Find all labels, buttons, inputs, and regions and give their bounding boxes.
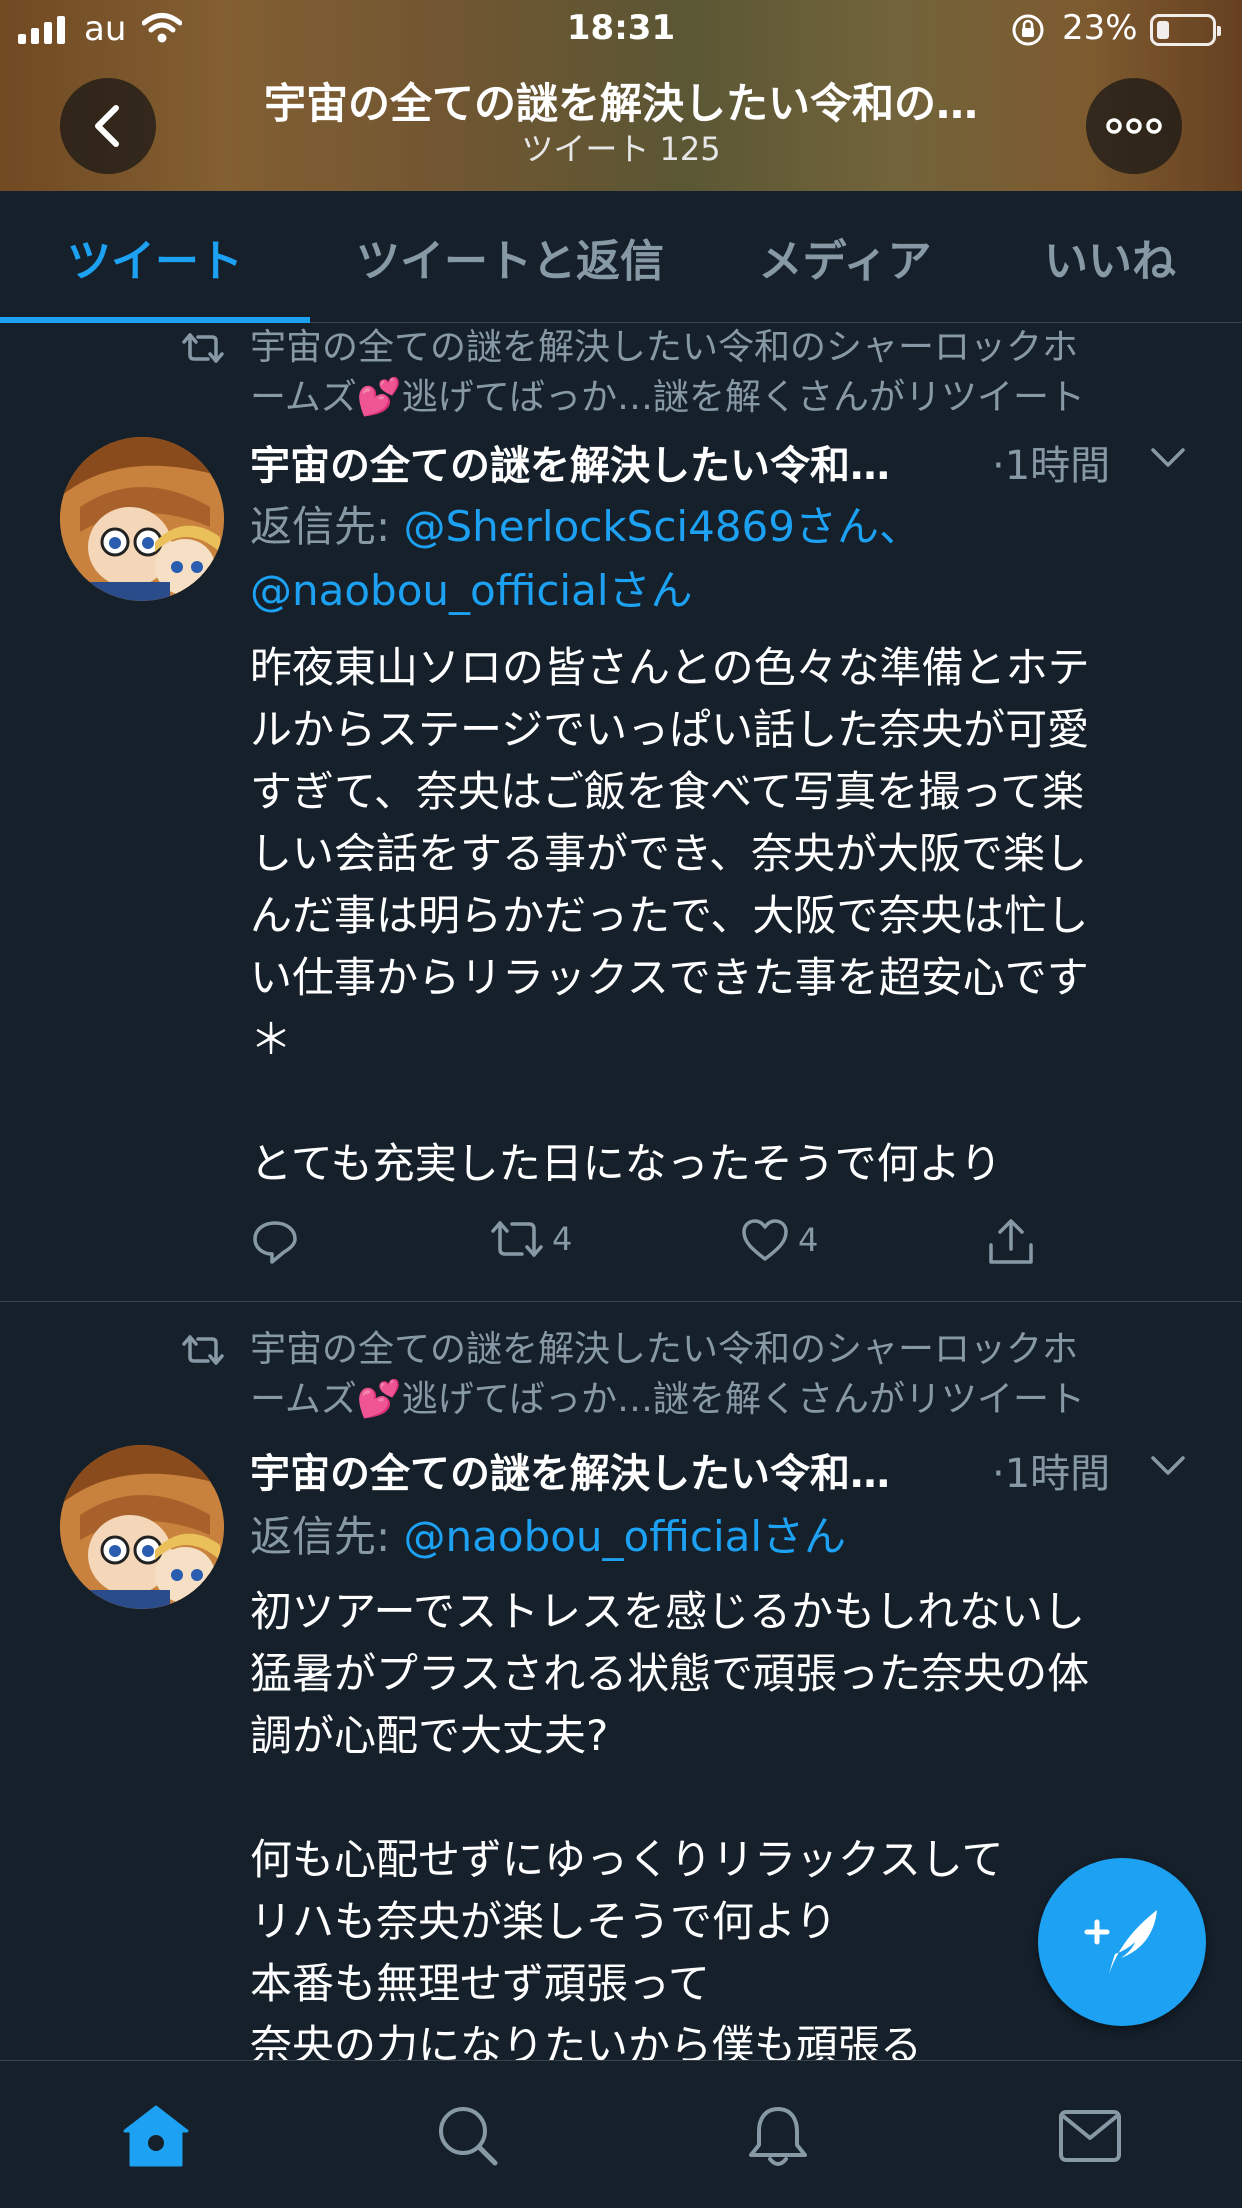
- profile-name-title: 宇宙の全ての謎を解決したい令和の…: [263, 79, 978, 128]
- share-icon: [989, 1219, 1033, 1264]
- share-button[interactable]: [986, 1217, 1036, 1267]
- more-button[interactable]: [1086, 78, 1182, 174]
- tweet-count: ツイート 125: [521, 130, 721, 168]
- compose-tweet-icon: [1084, 1910, 1157, 1974]
- bottom-tab-bar: [0, 2060, 1242, 2208]
- mention-link[interactable]: @naobou_officialさん: [404, 1512, 847, 1561]
- battery-percent: 23%: [1062, 8, 1138, 48]
- two-hearts-emoji: 💕: [356, 1379, 402, 1420]
- mention-link[interactable]: @SherlockSci4869さん、: [404, 502, 921, 551]
- retweet-icon: [182, 1333, 224, 1371]
- rotation-lock-icon: [1010, 12, 1046, 52]
- tweet-time: ·1時間: [992, 1451, 1111, 1497]
- more-horizontal-icon: [1106, 118, 1162, 134]
- chevron-left-icon: [95, 105, 119, 147]
- retweeted-by-label: 宇宙の全ての謎を解決したい令和のシャーロックホ ームズ💕逃げてばっか…謎を解くさ…: [250, 1329, 1086, 1420]
- back-button[interactable]: [60, 78, 156, 174]
- tab-tweets[interactable]: ツイート: [0, 191, 310, 323]
- clock: 18:31: [566, 8, 676, 48]
- profile-header: au 18:31 23% 宇宙の全ての謎を解決したい令和の… ツイート 125: [0, 0, 1242, 191]
- tab-tweets-and-replies[interactable]: ツイートと返信: [330, 191, 690, 323]
- tweet-author-name[interactable]: 宇宙の全ての謎を解決したい令和…: [250, 1441, 980, 1499]
- home-tab[interactable]: [116, 2101, 196, 2171]
- search-tab[interactable]: [428, 2101, 508, 2171]
- messages-tab[interactable]: [1050, 2101, 1130, 2171]
- home-icon: [123, 2105, 189, 2167]
- chevron-down-icon[interactable]: [1150, 1455, 1186, 1481]
- retweeted-by-label: 宇宙の全ての謎を解決したい令和のシャーロックホ ームズ💕逃げてばっか…謎を解くさ…: [250, 327, 1086, 418]
- like-count: 4: [798, 1221, 819, 1259]
- tab-likes[interactable]: いいね: [1020, 191, 1200, 323]
- status-bar: au 18:31 23%: [0, 0, 1242, 60]
- compose-tweet-button[interactable]: [1038, 1858, 1206, 2026]
- tweet-feed: 宇宙の全ての謎を解決したい令和のシャーロックホ ームズ💕逃げてばっか…謎を解くさ…: [0, 323, 1242, 2060]
- reply-to-label: 返信先: @naobou_officialさん: [250, 1512, 847, 1561]
- mention-link[interactable]: @naobou_officialさん: [250, 566, 693, 615]
- retweet-count: 4: [552, 1220, 573, 1258]
- reply-button[interactable]: [250, 1217, 300, 1267]
- tweet-divider: [0, 1301, 1242, 1302]
- tweet-text: 昨夜東山ソロの皆さんとの色々な準備とホテ ルからステージでいっぱい話した奈央が可…: [250, 643, 1090, 1188]
- reply-icon: [253, 1221, 297, 1264]
- avatar[interactable]: [60, 437, 224, 601]
- battery-icon: [1150, 14, 1221, 46]
- tweet-card[interactable]: 宇宙の全ての謎を解決したい令和のシャーロックホ ームズ💕逃げてばっか…謎を解くさ…: [0, 323, 1242, 1303]
- search-icon: [439, 2107, 498, 2166]
- retweet-icon: [491, 1221, 543, 1257]
- chevron-down-icon[interactable]: [1150, 447, 1186, 473]
- two-hearts-emoji: 💕: [356, 377, 402, 418]
- mail-icon: [1059, 2110, 1121, 2162]
- like-button[interactable]: 4: [740, 1217, 818, 1263]
- tweet-text: 初ツアーでストレスを感じるかもしれないし 猛暑がプラスされる状態で頑張った奈央の…: [250, 1587, 1090, 2060]
- reply-to-label: 返信先: @SherlockSci4869さん、 @naobou_officia…: [250, 502, 921, 615]
- avatar[interactable]: [60, 1445, 224, 1609]
- heart-icon: [742, 1219, 788, 1261]
- tab-media[interactable]: メディア: [730, 191, 960, 323]
- retweet-icon: [182, 331, 224, 369]
- tweet-author-name[interactable]: 宇宙の全ての謎を解決したい令和…: [250, 433, 980, 491]
- retweet-button[interactable]: 4: [490, 1217, 572, 1261]
- bell-icon: [749, 2107, 807, 2166]
- profile-tabs: ツイート ツイートと返信 メディア いいね: [0, 191, 1242, 323]
- notifications-tab[interactable]: [738, 2101, 818, 2171]
- tweet-actions: 4 4: [250, 1217, 1170, 1277]
- tweet-time: ·1時間: [992, 443, 1111, 489]
